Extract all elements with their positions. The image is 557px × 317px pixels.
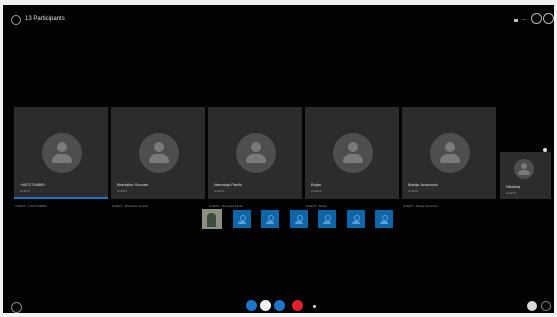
avatar-head <box>154 142 164 152</box>
person-icon-body <box>238 221 246 224</box>
participant-name: Bojan <box>311 182 322 187</box>
video-button[interactable] <box>246 300 257 311</box>
avatar-body <box>518 170 530 175</box>
expand-button[interactable] <box>543 13 554 24</box>
person-photo <box>207 213 216 227</box>
participant-photo-thumbnail[interactable] <box>202 209 222 229</box>
avatar <box>514 159 534 179</box>
device-settings-button[interactable] <box>527 301 537 311</box>
person-icon-body <box>295 221 303 224</box>
participant-tile[interactable]: Bojan GUEST <box>305 107 399 199</box>
meeting-window: 13 Participants ... +4672744889 GUEST GU… <box>3 5 554 313</box>
participants-icon[interactable] <box>11 15 21 25</box>
person-icon-body <box>352 221 360 224</box>
participant-thumbnail[interactable] <box>233 210 251 228</box>
more-controls-button[interactable] <box>313 305 316 308</box>
participant-role: GUEST <box>20 189 31 193</box>
active-speaker-bar <box>14 197 108 199</box>
avatar-head <box>521 163 527 169</box>
avatar-body <box>52 154 72 163</box>
chat-icon[interactable] <box>541 301 551 311</box>
avatar-head <box>251 142 261 152</box>
participant-role: GUEST <box>311 189 322 193</box>
participant-tile-small[interactable]: Nikolina GUEST <box>500 152 551 199</box>
avatar-body <box>149 154 169 163</box>
avatar-body <box>246 154 266 163</box>
participant-tile[interactable]: Marija Jovanovic GUEST <box>402 107 496 199</box>
participant-caption: GUEST - Marija Jovanovic <box>403 204 439 208</box>
participant-tile[interactable]: +4672744889 GUEST <box>14 107 108 199</box>
participant-thumbnail[interactable] <box>261 210 279 228</box>
person-icon-body <box>380 221 388 224</box>
avatar <box>333 133 373 173</box>
avatar <box>139 133 179 173</box>
participant-caption: GUEST - Branislav Soncan <box>112 204 149 208</box>
participant-tile[interactable]: Nemanja Pavlic GUEST <box>208 107 302 199</box>
participant-thumbnail[interactable] <box>290 210 308 228</box>
participants-count[interactable]: 13 Participants <box>25 14 65 24</box>
signal-icon <box>514 19 518 22</box>
participant-caption: GUEST - +4672744889 <box>15 204 47 208</box>
participant-name: +4672744889 <box>20 182 45 187</box>
participant-name: Nemanja Pavlic <box>214 182 242 187</box>
avatar <box>236 133 276 173</box>
mute-button[interactable] <box>260 300 271 311</box>
participant-role: GUEST <box>506 191 517 195</box>
zoom-icon[interactable] <box>11 302 22 313</box>
avatar-body <box>343 154 363 163</box>
scroll-indicator[interactable] <box>543 148 547 152</box>
participant-name: Branislav Soncan <box>117 182 149 187</box>
hang-up-button[interactable] <box>292 300 303 311</box>
avatar-head <box>348 142 358 152</box>
avatar-head <box>57 142 67 152</box>
participant-thumbnail[interactable] <box>347 210 365 228</box>
participant-tile[interactable]: Branislav Soncan GUEST <box>111 107 205 199</box>
share-screen-button[interactable] <box>274 300 285 311</box>
participant-role: GUEST <box>214 189 225 193</box>
avatar <box>42 133 82 173</box>
more-options-icon[interactable]: ... <box>521 15 527 23</box>
avatar-head <box>445 142 455 152</box>
participant-caption: GUEST - Bojan <box>306 204 327 208</box>
top-bar: 13 Participants ... <box>3 5 554 31</box>
settings-button[interactable] <box>531 13 542 24</box>
participant-thumbnail[interactable] <box>318 210 336 228</box>
person-icon-body <box>323 221 331 224</box>
avatar <box>430 133 470 173</box>
participant-role: GUEST <box>408 189 419 193</box>
participant-role: GUEST <box>117 189 128 193</box>
person-icon-body <box>266 221 274 224</box>
avatar-body <box>440 154 460 163</box>
participant-name: Marija Jovanovic <box>408 182 438 187</box>
participant-thumbnail[interactable] <box>375 210 393 228</box>
participant-name: Nikolina <box>506 184 521 189</box>
